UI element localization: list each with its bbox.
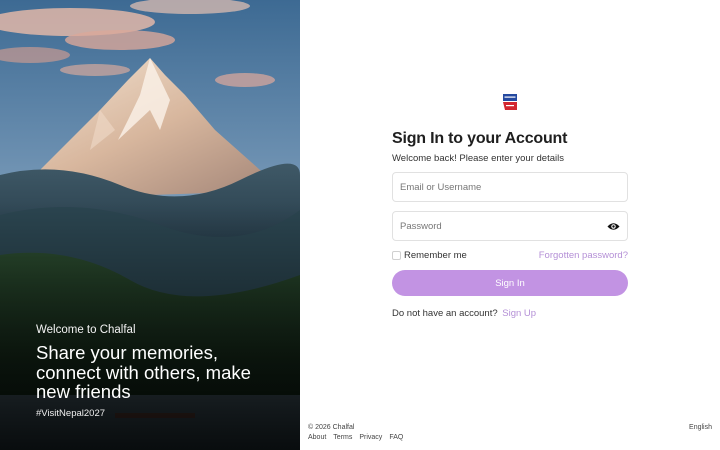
footer-link-faq[interactable]: FAQ	[389, 434, 403, 441]
chalfal-logo-icon	[503, 94, 517, 110]
forgot-password-link[interactable]: Forgotten password?	[539, 250, 628, 261]
password-input[interactable]	[400, 220, 590, 232]
signup-row: Do not have an account? Sign Up	[392, 308, 536, 319]
footer-link-privacy[interactable]: Privacy	[359, 434, 382, 441]
signin-panel: Sign In to your Account Welcome back! Pl…	[300, 0, 720, 450]
footer-link-terms[interactable]: Terms	[333, 434, 352, 441]
hero-hashtag: #VisitNepal2027	[36, 407, 106, 419]
email-field-container	[392, 172, 628, 202]
hero-headline-line: connect with others, make	[36, 361, 251, 383]
copyright-text: © 2026 Chalfal	[308, 424, 355, 431]
hero-welcome: Welcome to Chalfal	[36, 324, 136, 336]
hero-panel: Welcome to Chalfal Share your memories, …	[0, 0, 300, 450]
footer-links: About Terms Privacy FAQ	[308, 434, 410, 441]
signup-prompt: Do not have an account?	[392, 308, 498, 319]
password-field-container	[392, 211, 628, 241]
sign-in-button[interactable]: Sign In	[392, 270, 628, 296]
remember-me-label[interactable]: Remember me	[404, 250, 467, 261]
remember-me-checkbox[interactable]	[392, 251, 401, 260]
page-title: Sign In to your Account	[392, 130, 568, 147]
hero-copy: Welcome to Chalfal Share your memories, …	[36, 323, 286, 420]
email-input[interactable]	[400, 181, 590, 193]
hero-headline-line: new friends	[36, 381, 131, 402]
language-selector[interactable]: English	[689, 424, 712, 431]
page-subtitle: Welcome back! Please enter your details	[392, 153, 564, 164]
footer-link-about[interactable]: About	[308, 434, 326, 441]
remember-me-row: Remember me	[392, 250, 467, 261]
sign-up-link[interactable]: Sign Up	[502, 308, 536, 319]
hero-headline-line: Share your memories,	[36, 342, 218, 363]
hero-headline: Share your memories, connect with others…	[36, 343, 286, 402]
eye-icon[interactable]	[607, 221, 620, 232]
